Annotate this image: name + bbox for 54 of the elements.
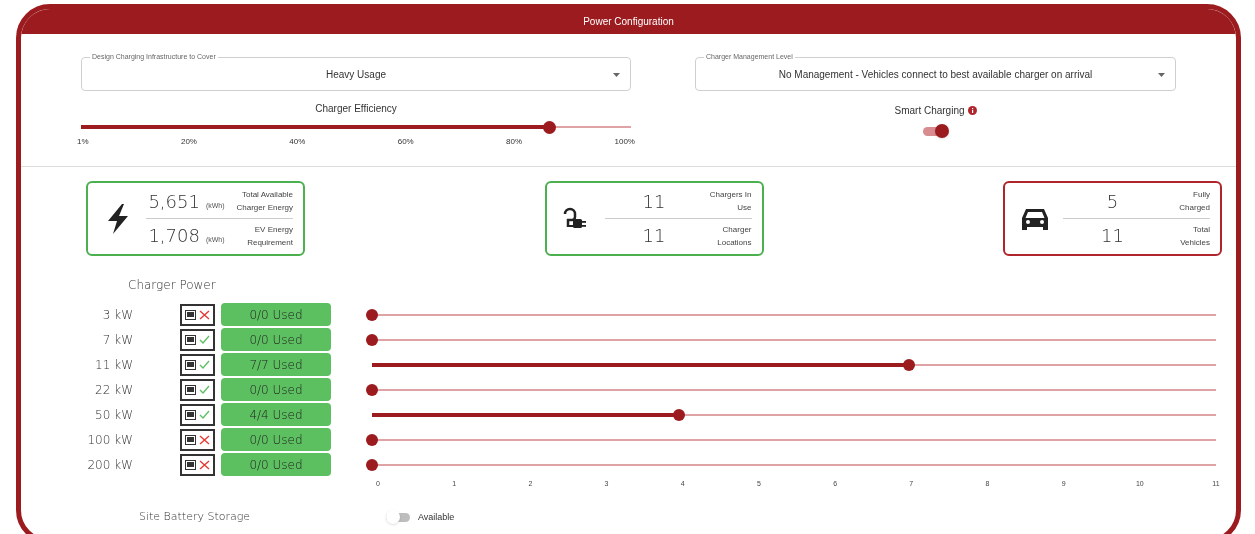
toggle-switch[interactable] (386, 510, 412, 525)
usage-badge: 0/0 Used (221, 453, 331, 476)
stat-label: EV Energy Requirement (246, 223, 293, 249)
toggle-label: Available (418, 510, 455, 524)
tick-label: 100% (614, 136, 635, 148)
tick-label: 60% (397, 136, 414, 148)
usage-badge: 0/0 Used (221, 428, 331, 451)
usage-badge: 0/0 Used (221, 378, 331, 401)
availability-box[interactable] (180, 428, 215, 451)
efficiency-slider[interactable] (81, 120, 631, 134)
usage-badge: 7/7 Used (221, 353, 331, 376)
caret-icon (1158, 73, 1165, 77)
stat-label: Chargers In Use (708, 189, 752, 214)
availability-box[interactable] (180, 328, 215, 351)
stat-label: Total Available Charger Energy (235, 189, 293, 214)
tick-label: 80% (506, 136, 523, 148)
caret-icon (613, 73, 620, 77)
usage-badge: 0/0 Used (221, 303, 331, 326)
dropdown-value: No Management - Vehicles connect to best available charger on arrival (778, 67, 1093, 82)
availability-box[interactable] (180, 403, 215, 426)
usage-badge: 0/0 Used (221, 328, 331, 351)
power-label: 50 kW (94, 406, 133, 424)
usage-badge: 4/4 Used (221, 403, 331, 426)
dropdown-value: Heavy Usage (326, 67, 386, 82)
stat-value: 5,651 (148, 189, 200, 214)
tick-label: 1% (77, 136, 89, 148)
tick-label: 40% (289, 136, 306, 148)
lightning-icon (105, 203, 131, 234)
power-label: 22 kW (94, 381, 133, 399)
tick-label: 20% (180, 136, 197, 148)
power-label: 7 kW (101, 331, 133, 349)
info-icon[interactable] (967, 106, 977, 115)
stat-label: Fully Charged (1178, 189, 1210, 214)
availability-box[interactable] (180, 303, 215, 326)
power-label: 3 kW (101, 306, 133, 324)
battery-label: Site Battery Storage (139, 509, 252, 525)
availability-box[interactable] (180, 378, 215, 401)
section-title: Charger Power (128, 277, 217, 294)
stat-value: 11 (642, 189, 666, 214)
power-label: 100 kW (86, 431, 133, 449)
availability-box[interactable] (180, 353, 215, 376)
slider-title: Charger Efficiency (315, 102, 397, 116)
stat-label: Charger Locations (716, 223, 752, 249)
availability-box[interactable] (180, 453, 215, 476)
stat-value: 11 (1101, 224, 1124, 248)
toggle-label: Smart Charging (894, 104, 965, 118)
stat-value: 1,708 (148, 224, 200, 248)
power-label: 11 kW (94, 356, 133, 374)
stat-value: 11 (642, 224, 666, 248)
stat-value: 5 (1106, 189, 1119, 214)
stat-label: Total Vehicles (1179, 223, 1210, 249)
header-title: Power Configuration (583, 15, 674, 29)
toggle-switch[interactable] (922, 124, 949, 138)
power-label: 200 kW (86, 456, 133, 474)
